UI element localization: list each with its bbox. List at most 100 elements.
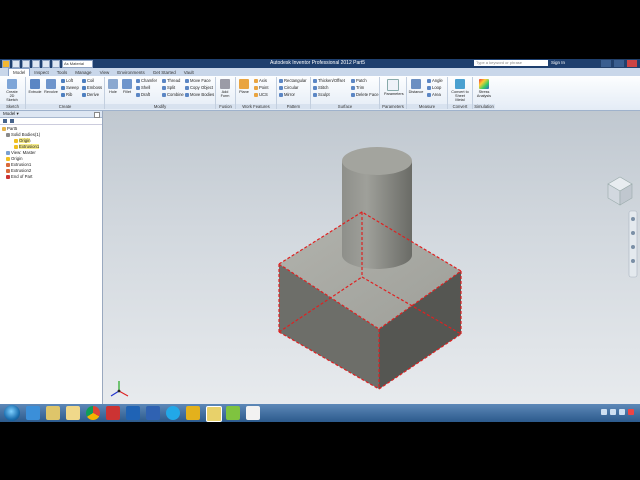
tree-item-origin[interactable]: Origin xyxy=(6,156,22,161)
convert-to-sheet-metal-button[interactable]: Convert to Sheet Metal xyxy=(450,79,470,102)
skype-icon[interactable] xyxy=(166,406,180,420)
parameters-label: Parameters xyxy=(384,92,404,96)
chamfer-button[interactable]: Chamfer xyxy=(136,78,157,84)
inventor-icon[interactable] xyxy=(186,406,200,420)
notepad-icon[interactable] xyxy=(246,406,260,420)
cylinder-top-face[interactable] xyxy=(342,147,412,175)
tab-model[interactable]: Model xyxy=(8,68,31,76)
point-button[interactable]: Point xyxy=(254,85,269,91)
undo-icon[interactable] xyxy=(42,60,50,68)
ie-icon[interactable] xyxy=(26,406,40,420)
circular-button[interactable]: Circular xyxy=(279,85,298,91)
tree-item-end-of-part[interactable]: End of Part xyxy=(6,174,33,179)
trim-button[interactable]: Trim xyxy=(351,85,364,91)
emboss-button[interactable]: Emboss xyxy=(82,85,102,91)
move-bodies-button[interactable]: Move Bodies xyxy=(185,92,214,98)
explorer-icon[interactable] xyxy=(46,406,60,420)
loft-button[interactable]: Loft xyxy=(61,78,73,84)
rib-button[interactable]: Rib xyxy=(61,92,72,98)
copy-object-button[interactable]: Copy Object xyxy=(185,85,213,91)
cylinder-body[interactable] xyxy=(342,161,412,269)
maximize-button[interactable] xyxy=(613,59,625,68)
create-2d-sketch-button[interactable]: Create 2D Sketch xyxy=(4,79,20,102)
sign-in-link[interactable]: Sign In xyxy=(551,60,565,65)
ucs-icon xyxy=(254,92,258,97)
axis-button[interactable]: Axis xyxy=(254,78,267,84)
tab-inspect[interactable]: Inspect xyxy=(30,69,53,76)
revolve-icon xyxy=(46,79,56,89)
navigation-bar[interactable] xyxy=(628,210,638,278)
stress-analysis-button[interactable]: Stress Analysis xyxy=(475,79,493,98)
shell-icon xyxy=(136,85,140,90)
fillet-button[interactable]: Fillet xyxy=(119,79,135,94)
patch-button[interactable]: Patch xyxy=(351,78,367,84)
new-icon[interactable] xyxy=(12,60,20,68)
add-form-button[interactable]: Add Form xyxy=(217,79,233,98)
media-icon[interactable] xyxy=(106,406,120,420)
minimize-button[interactable] xyxy=(600,59,612,68)
tab-environments[interactable]: Environments xyxy=(113,69,149,76)
tab-view[interactable]: View xyxy=(96,69,114,76)
find-icon[interactable] xyxy=(10,119,14,123)
flag-icon[interactable] xyxy=(628,409,634,415)
outlook-icon[interactable] xyxy=(126,406,140,420)
open-icon[interactable] xyxy=(22,60,30,68)
angle-button[interactable]: Angle xyxy=(427,78,443,84)
extrude-button[interactable]: Extrude xyxy=(27,79,43,94)
shell-button[interactable]: Shell xyxy=(136,85,150,91)
save-icon[interactable] xyxy=(32,60,40,68)
tab-vault[interactable]: Vault xyxy=(180,69,198,76)
material-dropdown[interactable]: As Material xyxy=(62,60,93,68)
revolve-button[interactable]: Revolve xyxy=(43,79,59,94)
parameters-button[interactable]: Parameters xyxy=(384,79,404,96)
coil-button[interactable]: Coil xyxy=(82,78,94,84)
draft-button[interactable]: Draft xyxy=(136,92,150,98)
browser-close-icon[interactable] xyxy=(94,111,100,118)
thicken-offset-button[interactable]: Thicken/Offset xyxy=(313,78,345,84)
vs-icon[interactable] xyxy=(206,406,222,422)
viewcube-icon[interactable] xyxy=(607,176,633,206)
delete-face-button[interactable]: Delete Face xyxy=(351,92,379,98)
paint-icon[interactable] xyxy=(226,406,240,420)
combine-button[interactable]: Combine xyxy=(162,92,184,98)
thread-button[interactable]: Thread xyxy=(162,78,180,84)
move-face-button[interactable]: Move Face xyxy=(185,78,211,84)
help-search-input[interactable]: Type a keyword or phrase xyxy=(474,60,548,66)
tab-tools[interactable]: Tools xyxy=(53,69,72,76)
distance-button[interactable]: Distance xyxy=(408,79,424,94)
sweep-button[interactable]: Sweep xyxy=(61,85,79,91)
loop-button[interactable]: Loop xyxy=(427,85,441,91)
tree-item-extrusion-sub[interactable]: Extrusion1 xyxy=(14,144,40,149)
tree-item-origin-sub[interactable]: Origin xyxy=(14,138,31,143)
derive-button[interactable]: Derive xyxy=(82,92,99,98)
tab-manage[interactable]: Manage xyxy=(71,69,95,76)
tray-arrow-icon[interactable] xyxy=(601,409,607,415)
volume-icon[interactable] xyxy=(619,409,625,415)
tree-item-extrusion1[interactable]: Extrusion1 xyxy=(6,162,31,167)
sculpt-button[interactable]: Sculpt xyxy=(313,92,330,98)
tree-item-extrusion2[interactable]: Extrusion2 xyxy=(6,168,31,173)
close-button[interactable] xyxy=(626,59,638,68)
mirror-button[interactable]: Mirror xyxy=(279,92,295,98)
stitch-button[interactable]: Stitch xyxy=(313,85,328,91)
area-button[interactable]: Area xyxy=(427,92,441,98)
split-button[interactable]: Split xyxy=(162,85,175,91)
tree-item-part[interactable]: Part5 xyxy=(2,126,17,131)
tab-get-started[interactable]: Get Started xyxy=(149,69,180,76)
rectangular-button[interactable]: Rectangular xyxy=(279,78,307,84)
ucs-button[interactable]: UCS xyxy=(254,92,268,98)
browser-title[interactable]: Model xyxy=(3,111,15,116)
plane-button[interactable]: Plane xyxy=(236,79,252,94)
chrome-icon[interactable] xyxy=(86,406,100,420)
app-menu-icon[interactable] xyxy=(2,60,10,68)
windows-start-icon[interactable] xyxy=(4,405,20,421)
filter-icon[interactable] xyxy=(3,119,7,123)
graphics-viewport[interactable] xyxy=(103,111,640,409)
network-icon[interactable] xyxy=(610,409,616,415)
tree-item-view-master[interactable]: View: Master xyxy=(6,150,36,155)
folder-icon[interactable] xyxy=(66,406,80,420)
tree-item-solid-bodies[interactable]: Solid Bodies(1) xyxy=(6,132,40,137)
area-icon xyxy=(427,92,431,97)
redo-icon[interactable] xyxy=(52,60,60,68)
word-icon[interactable] xyxy=(146,406,160,420)
